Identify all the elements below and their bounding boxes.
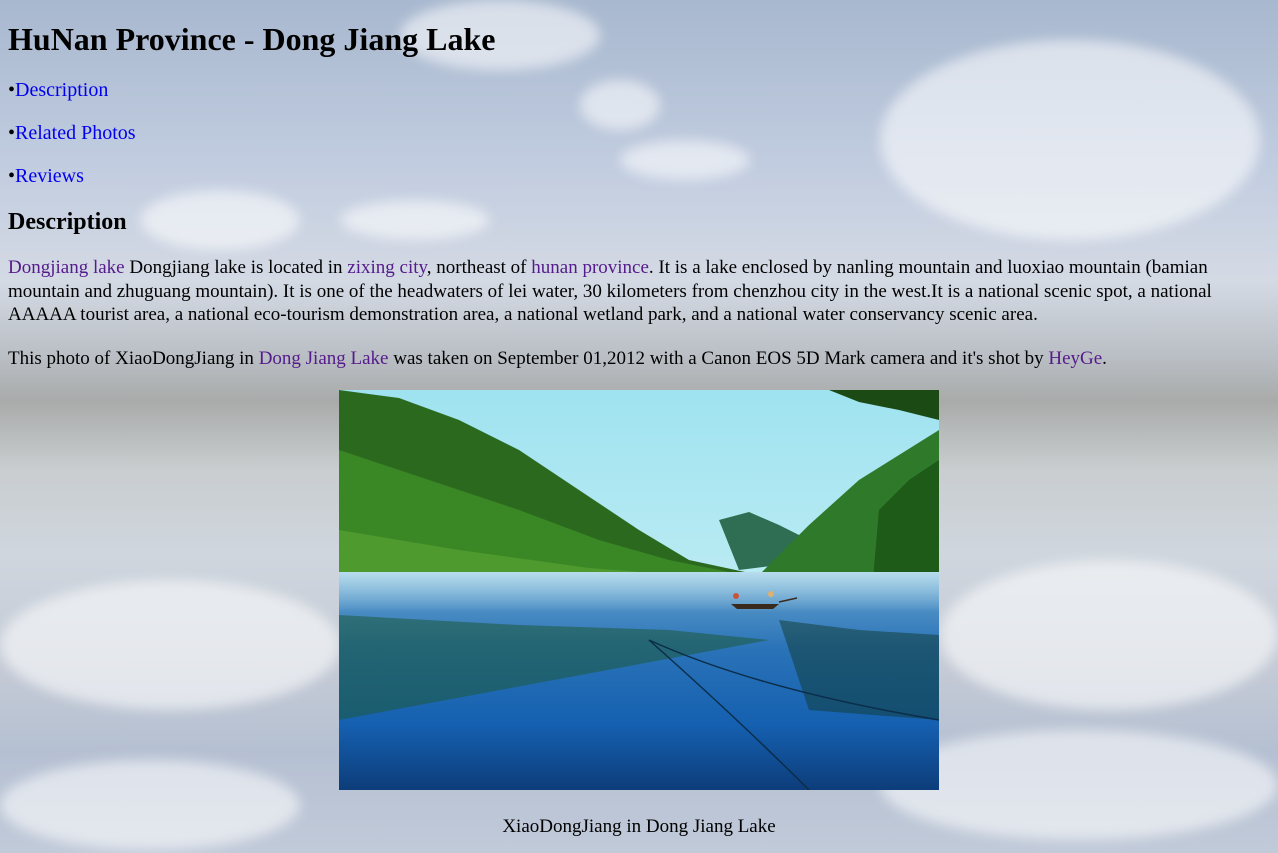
- description-text: Dongjiang lake is located in: [124, 257, 348, 278]
- nav-item-related-photos: •Related Photos: [8, 122, 1270, 145]
- heyge-author-link[interactable]: HeyGe: [1048, 348, 1102, 369]
- description-text: , northeast of: [426, 257, 532, 278]
- photo-caption: XiaoDongJiang in Dong Jiang Lake: [502, 816, 776, 837]
- description-paragraph: Dongjiang lake Dongjiang lake is located…: [8, 256, 1270, 327]
- page-title: HuNan Province - Dong Jiang Lake: [8, 21, 496, 57]
- nav-bullet: •: [8, 165, 16, 187]
- photo-info-paragraph: This photo of XiaoDongJiang in Dong Jian…: [8, 347, 1270, 371]
- photo-info-text: .: [1102, 347, 1107, 369]
- dong-jiang-lake-link[interactable]: Dong Jiang Lake: [259, 348, 389, 369]
- photo-container: [8, 390, 1270, 790]
- hunan-province-link[interactable]: hunan province: [531, 257, 649, 278]
- lake-photo-illustration: [339, 390, 939, 790]
- lake-photo: [339, 390, 939, 790]
- zixing-city-link[interactable]: zixing city: [347, 257, 427, 278]
- related-photos-link[interactable]: Related Photos: [15, 122, 136, 144]
- photo-info-text: This photo of XiaoDongJiang in: [8, 347, 259, 369]
- description-link[interactable]: Description: [15, 79, 108, 101]
- nav-bullet: •: [8, 122, 16, 144]
- nav-bullet: •: [8, 79, 16, 101]
- nav-item-description: •Description: [8, 79, 1270, 102]
- page-content: HuNan Province - Dong Jiang Lake •Descri…: [0, 0, 1278, 838]
- description-heading: Description: [8, 209, 127, 235]
- dongjiang-lake-link[interactable]: Dongjiang lake: [8, 257, 125, 278]
- photo-info-text: was taken on September 01,2012 with a Ca…: [388, 347, 1049, 369]
- reviews-link[interactable]: Reviews: [15, 165, 84, 187]
- nav-item-reviews: •Reviews: [8, 165, 1270, 188]
